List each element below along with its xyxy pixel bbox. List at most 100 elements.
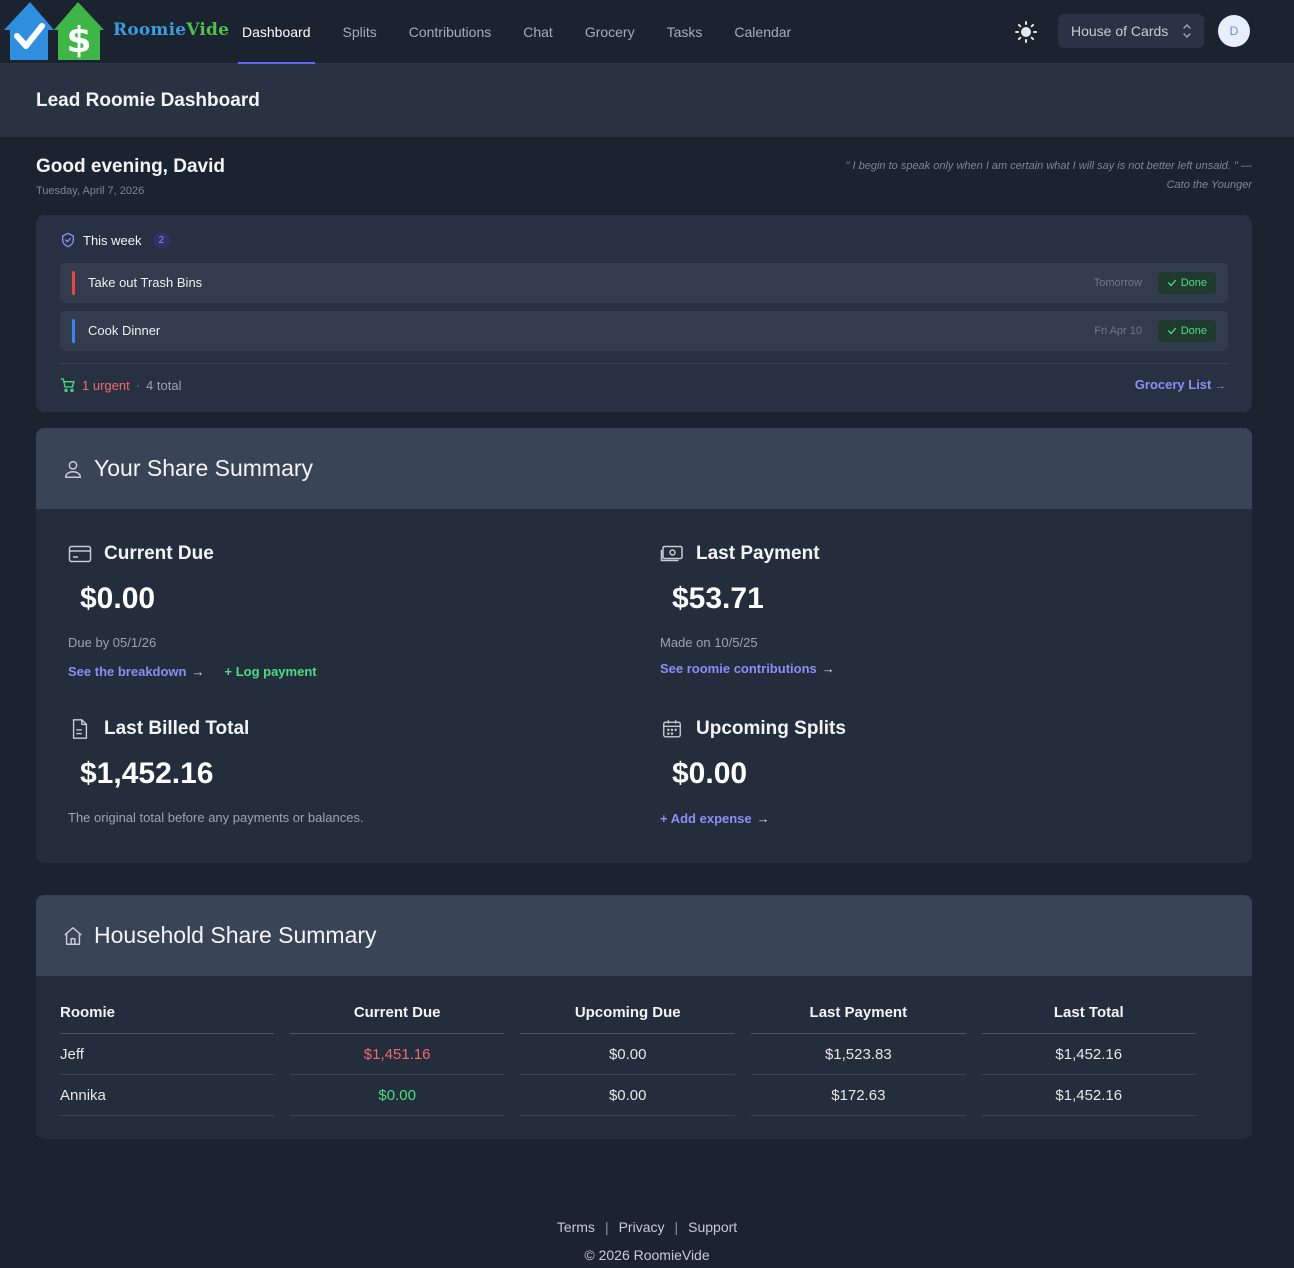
cell-upcoming-due: $0.00 [520,1034,736,1075]
last-billed-header: Last Billed Total [68,718,364,740]
grocery-total-count: 4 total [146,377,182,393]
current-due-header: Current Due [68,543,317,565]
current-due-date: Due by 05/1/26 [68,635,157,650]
divider [60,363,1228,364]
page-header: Lead Roomie Dashboard [0,64,1294,137]
sun-icon[interactable] [1014,20,1038,44]
cell-last-payment: $172.63 [751,1075,966,1116]
nav-link-calendar[interactable]: Calendar [718,0,807,64]
arrow-right-icon: → [191,664,205,679]
cell-last-total: $1,452.16 [981,1075,1196,1116]
this-week-card: This week 2 Take out Trash Bins Tomorrow… [36,215,1252,412]
upcoming-splits-actions: + Add expense → [660,810,846,828]
arrow-right-icon: → [756,811,770,826]
household-share-summary-panel: Household Share Summary Roomie Current D… [36,895,1252,1139]
task-due: Tomorrow [1093,277,1142,289]
footer-link-terms[interactable]: Terms [557,1219,595,1235]
credit-card-icon [68,545,92,563]
your-share-summary-title: Your Share Summary [94,455,314,481]
grocery-summary: 1 urgent · 4 total [60,377,181,393]
arrow-right-icon: → [1215,380,1226,392]
log-payment-link[interactable]: + Log payment [224,664,316,679]
upcoming-splits-header: Upcoming Splits [660,718,846,740]
document-icon [72,719,88,739]
see-roomie-contributions-label: See roomie contributions [660,661,817,676]
upcoming-splits-value: $0.00 [672,757,748,790]
user-icon [64,460,82,478]
home-icon [64,926,82,945]
shopping-cart-icon [60,378,75,392]
upcoming-splits-stat: Upcoming Splits $0.00 + Add expense → [660,718,846,828]
last-billed-value: $1,452.16 [80,757,214,790]
footer-link-privacy[interactable]: Privacy [619,1219,665,1235]
column-header-upcoming-due: Upcoming Due [520,992,736,1034]
column-header-roomie: Roomie [60,992,274,1034]
chevron-up-down-icon [1183,23,1191,39]
brand-name[interactable]: RoomieVide [113,20,229,40]
grocery-list-link-label: Grocery List [1134,377,1212,392]
grocery-separator: · [135,377,141,393]
this-week-label: This week [83,232,142,248]
check-icon [1167,327,1176,335]
last-payment-date: Made on 10/5/25 [660,635,758,650]
see-breakdown-label: See the breakdown [68,664,187,679]
column-header-last-payment: Last Payment [751,992,966,1034]
cell-upcoming-due: $0.00 [520,1075,736,1116]
footer-separator: | [674,1219,679,1235]
task-done-label: Done [1180,325,1207,337]
shield-check-icon [62,232,74,248]
nav-link-dashboard[interactable]: Dashboard [226,0,327,64]
see-breakdown-link[interactable]: See the breakdown → [68,664,204,679]
nav-link-chat[interactable]: Chat [507,0,569,64]
calendar-icon [663,720,681,738]
brand-part-2: Vide [186,20,230,40]
footer-link-support[interactable]: Support [688,1219,737,1235]
quote: " I begin to speak only when I am certai… [845,160,1252,191]
current-due-label: Current Due [104,543,214,564]
task-name: Cook Dinner [88,323,161,338]
last-billed-description: The original total before any payments o… [68,810,364,825]
house-select[interactable]: House of Cards [1058,14,1204,48]
check-icon [1167,279,1176,287]
copyright: © 2026 RoomieVide [584,1247,710,1263]
this-week-header: This week 2 [60,232,171,248]
grocery-urgent-count: 1 urgent [82,377,130,393]
nav-link-grocery[interactable]: Grocery [569,0,651,64]
nav-link-splits[interactable]: Splits [327,0,393,64]
page-title: Lead Roomie Dashboard [36,90,260,111]
cell-roomie: Jeff [60,1034,274,1075]
task-done-button[interactable]: Done [1157,320,1216,342]
cell-last-payment: $1,523.83 [751,1034,966,1075]
add-expense-link[interactable]: + Add expense → [660,811,770,826]
grocery-list-link[interactable]: Grocery List → [1135,377,1226,392]
household-table: Roomie Current Due Upcoming Due Last Pay… [44,992,1212,1116]
cell-roomie: Annika [60,1075,274,1116]
column-header-last-total: Last Total [981,992,1196,1034]
current-due-stat: Current Due $0.00 Due by 05/1/26 See the… [68,543,317,679]
column-header-current-due: Current Due [289,992,505,1034]
arrow-right-icon: → [821,661,835,676]
last-payment-header: Last Payment [660,543,835,565]
see-roomie-contributions-link[interactable]: See roomie contributions → [660,661,835,676]
table-row: Jeff $1,451.16 $0.00 $1,523.83 $1,452.16 [60,1034,1196,1075]
footer-separator: | [604,1219,609,1235]
task-done-button[interactable]: Done [1157,272,1216,294]
cash-icon [660,545,683,562]
current-due-actions: See the breakdown → + Log payment [68,664,317,679]
nav-link-contributions[interactable]: Contributions [393,0,508,64]
top-nav: $ RoomieVide Dashboard Splits Contributi… [0,0,1294,64]
upcoming-splits-label: Upcoming Splits [696,718,846,739]
cell-current-due: $0.00 [289,1075,505,1116]
footer-links: Terms | Privacy | Support [0,1219,1294,1235]
table-row: Annika $0.00 $0.00 $172.63 $1,452.16 [60,1075,1196,1116]
household-share-summary-header: Household Share Summary [36,895,1252,976]
task-done-label: Done [1180,277,1207,289]
cell-current-due: $1,451.16 [289,1034,505,1075]
last-payment-stat: Last Payment $53.71 Made on 10/5/25 See … [660,543,835,678]
task-item: Take out Trash Bins Tomorrow Done [60,263,1228,303]
last-payment-actions: See roomie contributions → [660,660,835,678]
avatar[interactable]: D [1218,15,1250,47]
roomievide-logo[interactable]: $ [4,0,106,62]
task-priority-bar [72,319,75,343]
nav-link-tasks[interactable]: Tasks [651,0,719,64]
